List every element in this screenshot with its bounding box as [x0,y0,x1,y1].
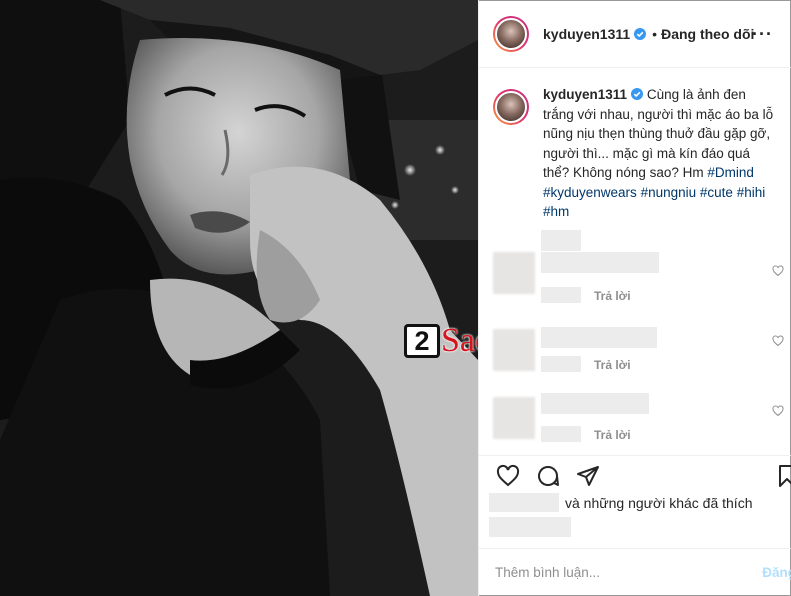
reply-button[interactable]: Trả lời [594,358,631,372]
comment-time-blurred [541,426,581,442]
watermark-logo: 2 Sao [404,322,478,360]
caption-verified-icon [631,88,644,100]
comment-text-blurred [541,327,657,348]
hashtag-link[interactable]: #cute [700,185,733,200]
avatar[interactable] [493,15,529,52]
hashtag-link[interactable]: #nungniu [641,185,697,200]
caption: kyduyen1311 Cùng là ảnh đen trắng với nh… [479,69,791,222]
comment-item: Trả lời [479,325,791,395]
caption-username[interactable]: kyduyen1311 [543,87,627,102]
reply-button[interactable]: Trả lời [594,428,631,442]
share-send-icon[interactable] [575,464,601,488]
comment-input[interactable]: Thêm bình luận... [495,565,600,580]
comment-like-heart-icon[interactable] [772,265,784,277]
post-photo[interactable]: 2 Sao [0,0,478,596]
post-side-panel: kyduyen1311 • Đang theo dõi ··· kyduyen1… [478,0,791,596]
comment-item: Trả lời [479,230,791,303]
comment-like-heart-icon[interactable] [772,335,784,347]
comment-avatar-blurred [493,329,535,371]
comment-time-blurred [541,287,581,303]
comment-text-blurred [541,393,649,414]
separator-dot: • [652,25,658,42]
caption-text: kyduyen1311 Cùng là ảnh đen trắng với nh… [543,85,778,222]
hashtag-link[interactable]: #hm [543,204,569,219]
action-bar [479,455,791,493]
comment-bubble-icon[interactable] [535,464,561,488]
following-button[interactable]: Đang theo dõi [661,26,754,42]
likes-summary[interactable]: và những người khác đã thích [489,493,752,512]
post-comment-button[interactable]: Đăng [762,565,791,580]
more-dots-icon[interactable]: ··· [752,24,773,45]
comment-text-blurred [541,230,581,251]
watermark-text: Sao [441,322,478,359]
like-heart-icon[interactable] [495,464,521,488]
comment-text-blurred [541,252,659,273]
add-comment-bar: Thêm bình luận... Đăng [479,548,791,596]
bookmark-save-icon[interactable] [777,464,791,488]
comment-item: Trả lời [479,391,791,455]
comment-avatar-blurred [493,252,535,294]
comment-avatar-blurred [493,397,535,439]
hashtag-link[interactable]: #kyduyenwears [543,185,637,200]
username-link[interactable]: kyduyen1311 [543,26,630,42]
likes-text: và những người khác đã thích [565,495,753,511]
watermark-digit: 2 [404,324,440,358]
reply-button[interactable]: Trả lời [594,289,631,303]
hashtag-link[interactable]: #Dmind [707,165,754,180]
verified-badge-icon [634,27,647,40]
comment-like-heart-icon[interactable] [772,405,784,417]
hashtag-link[interactable]: #hihi [737,185,766,200]
comment-time-blurred [541,356,581,372]
post-header: kyduyen1311 • Đang theo dõi ··· [479,0,791,68]
comments-list: kyduyen1311 Cùng là ảnh đen trắng với nh… [479,69,791,455]
liker-name-blurred [489,493,559,512]
photo-illustration [0,0,478,596]
post-time-blurred [489,517,571,537]
caption-avatar[interactable] [493,89,529,125]
